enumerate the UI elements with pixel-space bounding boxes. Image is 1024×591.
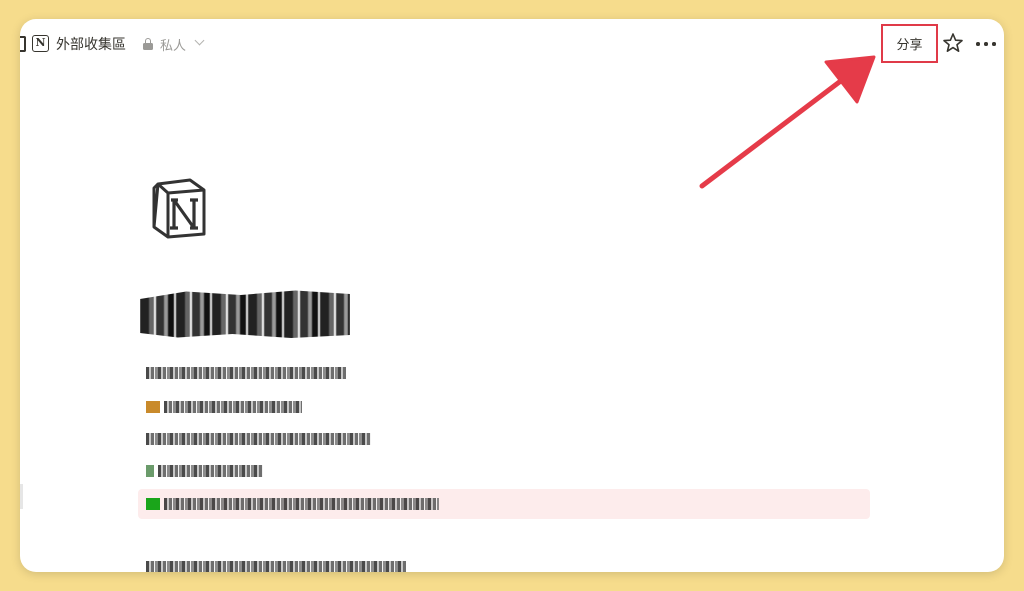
list-item: [146, 365, 356, 381]
notion-logo-icon: [152, 178, 206, 239]
privacy-label[interactable]: 私人: [160, 35, 186, 54]
list-item: [146, 463, 286, 479]
notion-logo-icon: N: [32, 35, 49, 52]
scrollbar[interactable]: [20, 484, 23, 509]
list-item: [146, 431, 376, 447]
sidebar-toggle-icon[interactable]: [20, 36, 26, 52]
list-item: [146, 559, 416, 572]
page-title-pixelated: [140, 290, 350, 338]
breadcrumb-page-title[interactable]: 外部收集區: [56, 34, 126, 54]
star-icon[interactable]: [941, 31, 965, 55]
list-item: [146, 496, 466, 512]
lock-icon: [143, 38, 153, 50]
notion-window: N 外部收集區 私人 分享: [20, 19, 1004, 572]
more-options-icon[interactable]: [976, 42, 996, 46]
list-item: [146, 399, 321, 415]
top-bar: N 外部收集區 私人 分享: [20, 19, 1004, 69]
share-button[interactable]: 分享: [881, 24, 938, 63]
chevron-down-icon[interactable]: [194, 35, 205, 46]
